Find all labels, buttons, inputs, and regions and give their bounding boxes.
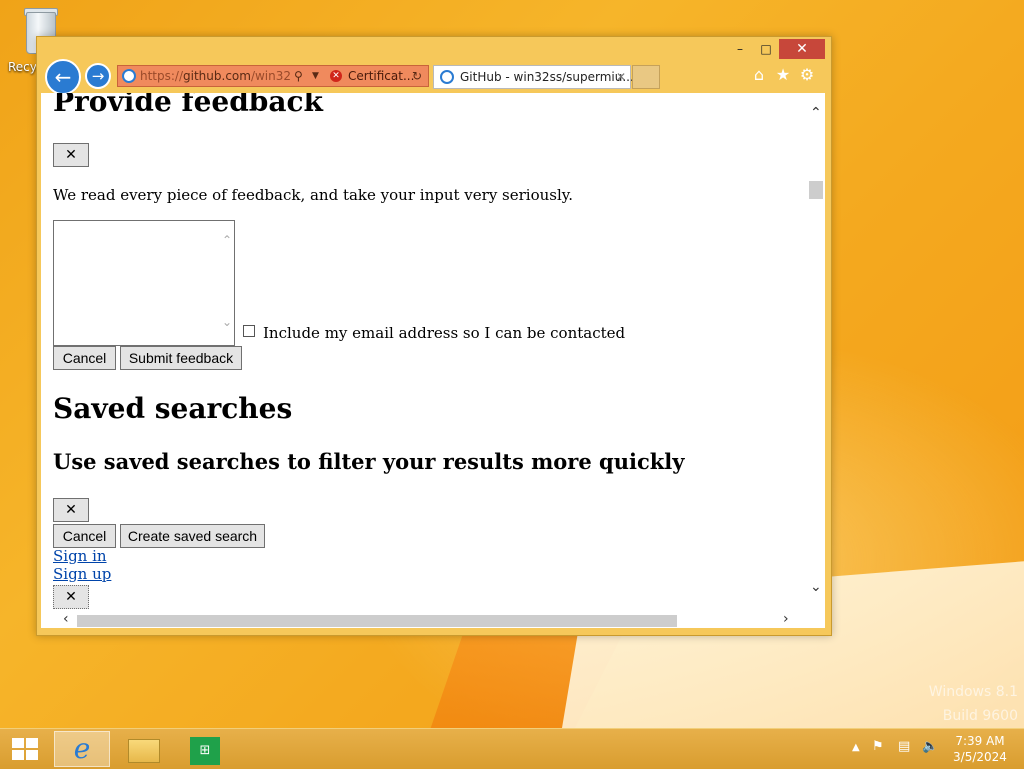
include-email-checkbox[interactable] xyxy=(243,325,255,337)
bottom-close-button[interactable]: ✕ xyxy=(53,585,89,609)
create-saved-search-button[interactable]: Create saved search xyxy=(120,524,265,548)
action-center-flag-icon[interactable]: ⚑ xyxy=(872,739,884,754)
chevron-up-icon: ⌃ xyxy=(221,233,232,247)
ie-page-icon xyxy=(122,69,136,83)
feedback-close-button[interactable]: ✕ xyxy=(53,143,89,167)
tab-title: GitHub - win32ss/supermiu... xyxy=(460,70,634,84)
saved-searches-subtitle: Use saved searches to filter your result… xyxy=(53,449,685,474)
home-icon[interactable]: ⌂ xyxy=(749,65,769,85)
navigation-bar: ← → https://github.com/win32ss ⚲ ▼ ✕ Cer… xyxy=(37,59,831,95)
minimize-button[interactable]: – xyxy=(727,39,753,59)
taskbar-file-explorer[interactable] xyxy=(114,731,170,767)
chevron-down-icon[interactable]: ▼ xyxy=(312,66,319,86)
horizontal-scrollbar[interactable]: ‹ › xyxy=(41,611,825,628)
saved-searches-cancel-button[interactable]: Cancel xyxy=(53,524,116,548)
search-icon[interactable]: ⚲ xyxy=(294,66,303,86)
include-email-label: Include my email address so I can be con… xyxy=(263,324,626,342)
system-clock[interactable]: 7:39 AM 3/5/2024 xyxy=(944,733,1016,765)
maximize-button[interactable]: □ xyxy=(753,39,779,59)
address-url[interactable]: https://github.com/win32ss xyxy=(140,66,290,86)
sign-in-link[interactable]: Sign in xyxy=(53,547,107,565)
ie-tab-icon xyxy=(440,70,454,84)
new-tab-button[interactable] xyxy=(632,65,660,89)
tab-close-icon[interactable]: ✕ xyxy=(616,66,626,88)
sign-up-link[interactable]: Sign up xyxy=(53,565,111,583)
window-titlebar[interactable]: – □ ✕ xyxy=(37,37,831,61)
folder-icon xyxy=(128,739,160,763)
show-hidden-icons-icon[interactable]: ▲ xyxy=(852,742,860,753)
clock-time: 7:39 AM xyxy=(955,734,1005,748)
saved-searches-close-button[interactable]: ✕ xyxy=(53,498,89,522)
ie-window: – □ ✕ ← → https://github.com/win32ss ⚲ ▼… xyxy=(36,36,832,636)
internet-explorer-icon: e xyxy=(73,732,91,765)
taskbar-internet-explorer[interactable]: e xyxy=(54,731,110,767)
refresh-icon[interactable]: ↻ xyxy=(412,66,422,86)
scroll-down-icon[interactable]: ⌄ xyxy=(810,579,822,595)
address-bar[interactable]: https://github.com/win32ss ⚲ ▼ ✕ Certifi… xyxy=(117,65,429,87)
back-arrow-icon: ← xyxy=(54,65,72,89)
feedback-title: Provide feedback xyxy=(53,93,323,118)
submit-feedback-button[interactable]: Submit feedback xyxy=(120,346,242,370)
windows-watermark-version: Windows 8.1 xyxy=(928,684,1018,700)
chevron-down-icon: ⌄ xyxy=(221,315,232,329)
forward-button[interactable]: → xyxy=(85,63,111,89)
taskbar: e ⊞ ▲ ⚑ ▤ 🔈 7:39 AM 3/5/2024 xyxy=(0,728,1024,769)
scroll-up-icon[interactable]: ⌃ xyxy=(810,105,822,121)
favorites-star-icon[interactable]: ★ xyxy=(773,65,793,85)
certificate-error-icon: ✕ xyxy=(330,70,342,82)
network-icon[interactable]: ▤ xyxy=(898,739,910,754)
back-button[interactable]: ← xyxy=(45,59,81,95)
windows-watermark-build: Build 9600 xyxy=(942,708,1018,724)
horizontal-scroll-thumb[interactable] xyxy=(77,615,677,627)
saved-searches-title: Saved searches xyxy=(53,392,293,425)
gear-icon[interactable]: ⚙ xyxy=(797,65,817,85)
page-content: Provide feedback ✕ We read every piece o… xyxy=(41,93,807,612)
taskbar-store[interactable]: ⊞ xyxy=(176,731,232,767)
start-button[interactable] xyxy=(12,738,38,760)
vertical-scroll-thumb[interactable] xyxy=(809,181,823,199)
tab-github[interactable]: GitHub - win32ss/supermiu... ✕ xyxy=(433,65,634,89)
clock-date: 3/5/2024 xyxy=(953,750,1007,764)
scroll-left-icon[interactable]: ‹ xyxy=(63,611,69,627)
close-window-button[interactable]: ✕ xyxy=(779,39,825,59)
certificate-error-label[interactable]: Certificat... xyxy=(348,66,414,86)
feedback-textarea[interactable]: ⌃ ⌄ xyxy=(53,220,235,346)
forward-arrow-icon: → xyxy=(91,67,105,85)
vertical-scrollbar[interactable]: ⌃ ⌄ xyxy=(807,93,825,612)
volume-icon[interactable]: 🔈 xyxy=(922,739,938,754)
scroll-right-icon[interactable]: › xyxy=(783,611,789,627)
feedback-cancel-button[interactable]: Cancel xyxy=(53,346,116,370)
store-icon: ⊞ xyxy=(190,737,220,765)
feedback-description: We read every piece of feedback, and tak… xyxy=(53,186,574,204)
